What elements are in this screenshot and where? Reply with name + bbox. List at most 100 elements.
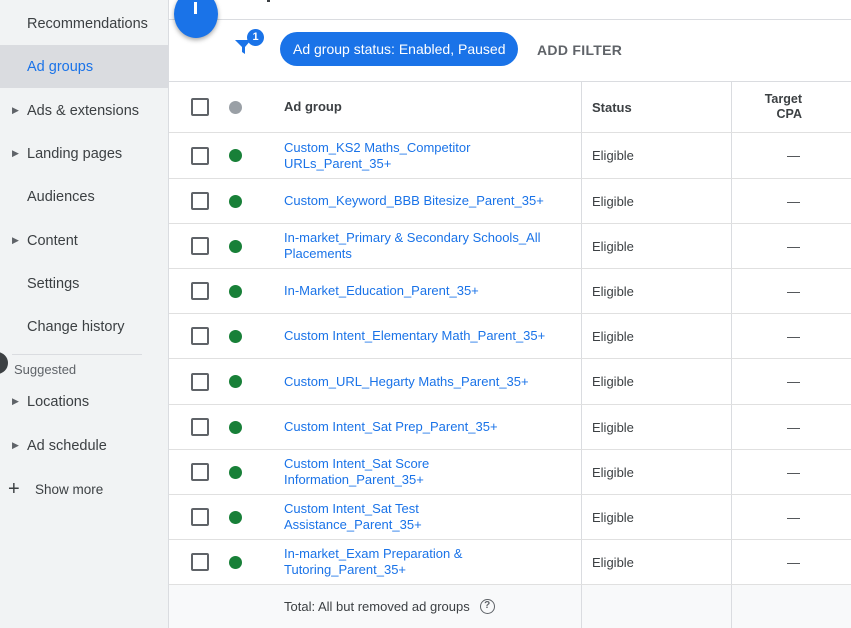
ad-group-name-link[interactable]: In-market_Exam Preparation & Tutoring_Pa… [284, 546, 462, 578]
ad-group-name-link[interactable]: Custom Intent_Sat Prep_Parent_35+ [284, 419, 498, 435]
sidebar-item-settings[interactable]: Settings [0, 262, 168, 305]
status-cell: Eligible [581, 269, 731, 313]
sidebar-item-ad-groups[interactable]: Ad groups [0, 45, 168, 88]
row-checkbox[interactable] [191, 463, 209, 481]
table-row: Custom_URL_Hegarty Maths_Parent_35+ Elig… [169, 359, 851, 405]
caret-right-icon: ▶ [12, 440, 19, 450]
sidebar-item-label: Change history [27, 318, 125, 335]
target-cpa-cell: — [731, 179, 851, 223]
filter-count-badge: 1 [247, 29, 264, 46]
ad-group-name-line2: Tutoring_Parent_35+ [284, 562, 407, 577]
ad-group-name-line1: In-market_Exam Preparation & [284, 546, 463, 561]
ad-group-name-cell: Custom Intent_Sat Prep_Parent_35+ [284, 405, 574, 449]
row-checkbox-cell [191, 224, 209, 268]
ad-group-name-link[interactable]: In-market_Primary & Secondary Schools_Al… [284, 230, 541, 262]
ad-group-name-cell: Custom Intent_Elementary Math_Parent_35+ [284, 314, 574, 358]
row-checkbox[interactable] [191, 282, 209, 300]
status-cell: Eligible [581, 405, 731, 449]
ad-group-name-cell: Custom_Keyword_BBB Bitesize_Parent_35+ [284, 179, 574, 223]
row-checkbox-cell [191, 495, 209, 539]
row-status-dot-cell [229, 179, 242, 223]
sidebar-item-content[interactable]: ▶ Content [0, 219, 168, 262]
row-checkbox-cell [191, 179, 209, 223]
ad-group-name-cell: Custom_KS2 Maths_Competitor URLs_Parent_… [284, 133, 574, 178]
ad-group-name-link[interactable]: Custom Intent_Sat Test Assistance_Parent… [284, 501, 422, 533]
sidebar-item-label: Audiences [27, 188, 95, 205]
row-checkbox[interactable] [191, 372, 209, 391]
target-cpa-cell: — [731, 405, 851, 449]
footer-cpa-cell [731, 585, 851, 628]
header-checkbox-cell [191, 82, 209, 132]
row-checkbox-cell [191, 405, 209, 449]
ad-group-name-link[interactable]: Custom Intent_Sat Score Information_Pare… [284, 456, 429, 488]
status-cell: Eligible [581, 133, 731, 178]
enabled-status-icon [229, 149, 242, 162]
status-dot-icon [229, 100, 242, 114]
add-filter-button[interactable]: ADD FILTER [537, 42, 622, 58]
row-checkbox[interactable] [191, 418, 209, 436]
row-checkbox[interactable] [191, 146, 209, 165]
row-checkbox[interactable] [191, 508, 209, 526]
row-checkbox[interactable] [191, 192, 209, 210]
ad-group-name-line2: Information_Parent_35+ [284, 472, 424, 487]
footer-total-cell: Total: All but removed ad groups ? [284, 585, 574, 628]
ad-group-name-cell: Custom Intent_Sat Score Information_Pare… [284, 450, 574, 494]
show-more-button[interactable]: + Show more [0, 470, 168, 508]
row-checkbox-cell [191, 450, 209, 494]
target-cpa-cell: — [731, 540, 851, 584]
sidebar-item-label: Ad groups [27, 58, 94, 75]
status-cell: Eligible [581, 495, 731, 539]
row-checkbox-cell [191, 359, 209, 404]
row-status-dot-cell [229, 450, 242, 494]
footer-total-label: Total: All but removed ad groups [284, 598, 470, 614]
sidebar-item-recommendations[interactable]: Recommendations [0, 2, 168, 45]
column-header-status[interactable]: Status [581, 82, 731, 132]
row-status-dot-cell [229, 314, 242, 358]
ad-group-name-line2: Assistance_Parent_35+ [284, 517, 422, 532]
ad-group-name-link[interactable]: Custom Intent_Elementary Math_Parent_35+ [284, 328, 545, 344]
ad-group-name-line1: In-Market_Education_Parent_35+ [284, 283, 479, 298]
sidebar-item-audiences[interactable]: Audiences [0, 175, 168, 218]
plus-icon [194, 2, 197, 14]
help-icon[interactable]: ? [479, 599, 495, 614]
sidebar-item-ad-schedule[interactable]: ▶ Ad schedule [0, 424, 168, 467]
sidebar-item-label: Settings [27, 275, 80, 292]
page-header [169, 0, 851, 20]
target-cpa-cell: — [731, 359, 851, 404]
column-header-ad-group[interactable]: Ad group [284, 82, 574, 132]
sidebar-item-landing-pages[interactable]: ▶ Landing pages [0, 132, 168, 175]
page-title-fragment [267, 0, 275, 2]
sidebar-item-ads-extensions[interactable]: ▶ Ads & extensions [0, 89, 168, 132]
row-checkbox[interactable] [191, 237, 209, 255]
enabled-status-icon [229, 420, 242, 434]
enabled-status-icon [229, 239, 242, 253]
select-all-checkbox[interactable] [191, 98, 209, 116]
caret-right-icon: ▶ [12, 105, 19, 115]
sidebar-item-label: Content [27, 232, 78, 249]
caret-right-icon: ▶ [12, 148, 19, 158]
ad-group-name-line1: In-market_Primary & Secondary Schools_Al… [284, 230, 541, 245]
footer-status-cell [581, 585, 731, 628]
table-row: Custom Intent_Sat Test Assistance_Parent… [169, 495, 851, 540]
ad-group-name-link[interactable]: In-Market_Education_Parent_35+ [284, 283, 479, 299]
plus-icon: + [8, 478, 20, 500]
column-header-target-cpa[interactable]: Target CPA [731, 82, 851, 132]
ad-group-name-line1: Custom_Keyword_BBB Bitesize_Parent_35+ [284, 193, 544, 208]
ad-group-name-link[interactable]: Custom_URL_Hegarty Maths_Parent_35+ [284, 374, 529, 390]
status-filter-chip[interactable]: Ad group status: Enabled, Paused [280, 32, 519, 66]
sidebar-item-locations[interactable]: ▶ Locations [0, 380, 168, 423]
ad-group-name-line1: Custom Intent_Sat Score [284, 456, 430, 471]
sidebar-item-change-history[interactable]: Change history [0, 305, 168, 348]
collapse-handle[interactable] [0, 352, 8, 374]
sidebar-item-label: Recommendations [27, 15, 148, 32]
enabled-status-icon [229, 555, 242, 569]
suggested-section-label: Suggested [14, 362, 77, 377]
row-checkbox[interactable] [191, 327, 209, 345]
ad-group-name-link[interactable]: Custom_Keyword_BBB Bitesize_Parent_35+ [284, 193, 544, 209]
row-checkbox-cell [191, 269, 209, 313]
caret-right-icon: ▶ [12, 396, 19, 406]
ad-group-name-cell: In-market_Exam Preparation & Tutoring_Pa… [284, 540, 574, 584]
ad-group-name-line1: Custom_URL_Hegarty Maths_Parent_35+ [284, 373, 529, 389]
ad-group-name-link[interactable]: Custom_KS2 Maths_Competitor URLs_Parent_… [284, 140, 470, 172]
row-checkbox[interactable] [191, 553, 209, 571]
